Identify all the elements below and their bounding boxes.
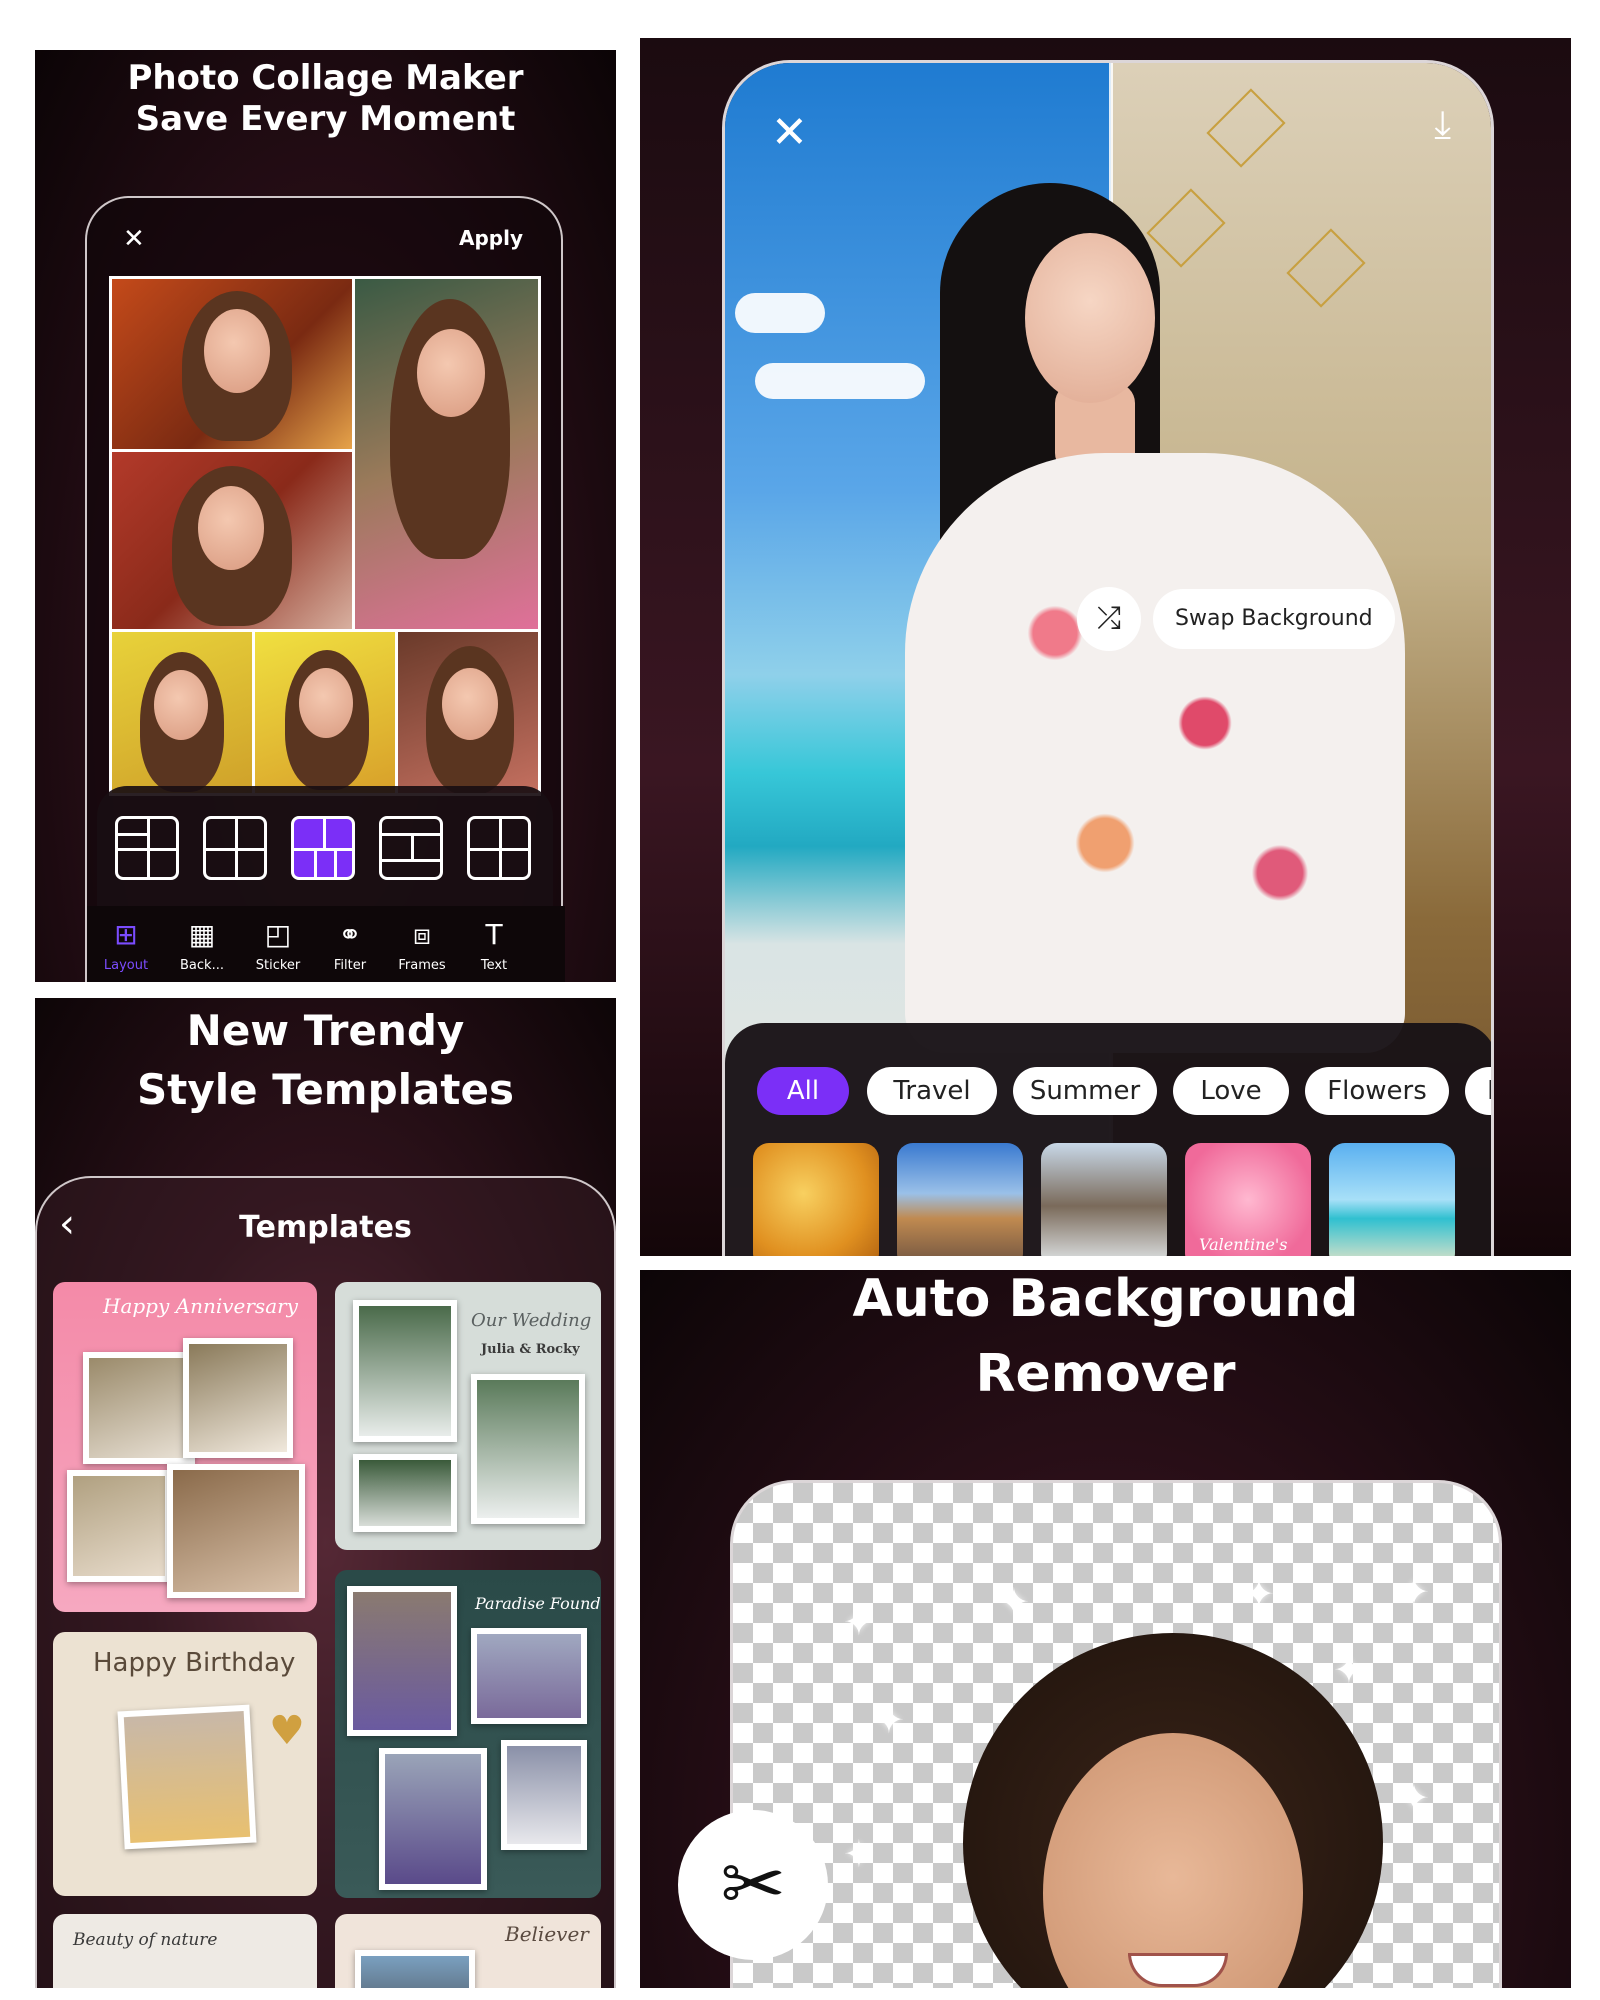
layout-picker [97, 786, 553, 906]
scissors-icon[interactable]: ✂ [678, 1810, 828, 1960]
background-category-tray: All Travel Summer Love Flowers H Valenti… [725, 1023, 1491, 1256]
editor-toolbar: ⊞ Layout ▦ Back... ◰ Sticker ⚭ Filter ⧈ … [87, 906, 565, 982]
template-card-birthday[interactable]: Happy Birthday ♥ [53, 1632, 317, 1896]
layout-icon: ⊞ [114, 918, 138, 951]
layout-option-4[interactable] [379, 816, 443, 880]
template-card-anniversary[interactable]: Happy Anniversary [53, 1282, 317, 1612]
category-chip-flowers[interactable]: Flowers [1305, 1067, 1449, 1115]
collage-cell-6[interactable] [398, 632, 538, 793]
subject-face [1025, 233, 1155, 403]
background-icon: ▦ [188, 918, 216, 951]
background-thumb-tropical[interactable] [1329, 1143, 1455, 1256]
layout-option-5[interactable] [467, 816, 531, 880]
template-card-nature[interactable]: Beauty of nature [53, 1914, 317, 1988]
collage-promo-panel: Photo Collage Maker Save Every Moment ✕ … [35, 50, 616, 982]
subject-blouse [905, 453, 1405, 1053]
swap-phone-frame: ✕ ⤓ ⤮ Swap Background All Travel Summer … [722, 60, 1494, 1256]
sparkle-icon: ✦ [998, 1580, 1030, 1624]
template-card-wedding[interactable]: Our Wedding Julia & Rocky [335, 1282, 601, 1550]
frames-icon: ⧈ [413, 918, 431, 951]
toolbar-frames[interactable]: ⧈ Frames [387, 918, 457, 973]
bg-remover-headline: Auto Background Remover [852, 1270, 1359, 1404]
sparkle-icon: ✦ [1243, 1572, 1275, 1616]
sparkle-icon: ✦ [873, 1698, 905, 1742]
background-thumb-valentine[interactable]: Valentine's [1185, 1143, 1311, 1256]
template-card-believer[interactable]: Believer [335, 1914, 601, 1988]
collage-cell-4[interactable] [112, 632, 252, 793]
sticker-icon: ◰ [264, 918, 292, 951]
collage-cell-5[interactable] [255, 632, 395, 793]
templates-promo-panel: New Trendy Style Templates ‹ Templates H… [35, 998, 616, 1988]
sparkle-icon: ✦ [1333, 1648, 1365, 1692]
category-chip-summer[interactable]: Summer [1013, 1067, 1157, 1115]
swap-background-panel: ✕ ⤓ ⤮ Swap Background All Travel Summer … [640, 38, 1571, 1256]
layout-option-1[interactable] [115, 816, 179, 880]
swap-background-button[interactable]: Swap Background [1153, 589, 1395, 649]
collage-cell-2[interactable] [355, 279, 538, 629]
close-icon[interactable]: ✕ [123, 226, 145, 252]
layout-option-3[interactable] [291, 816, 355, 880]
toolbar-filter[interactable]: ⚭ Filter [315, 918, 385, 973]
toolbar-layout[interactable]: ⊞ Layout [91, 918, 161, 973]
apply-button[interactable]: Apply [459, 226, 523, 250]
templates-headline: New Trendy Style Templates [137, 1006, 514, 1114]
toolbar-text[interactable]: T Text [459, 918, 529, 973]
collage-phone-frame: ✕ Apply ⊞ Layout ▦ Back... ◰ Sticker ⚭ F… [85, 196, 565, 982]
text-icon: T [485, 918, 503, 951]
toolbar-sticker[interactable]: ◰ Sticker [243, 918, 313, 973]
background-thumb-autumn[interactable] [753, 1143, 879, 1256]
sparkle-icon: ✦ [1398, 1776, 1430, 1820]
collage-headline: Photo Collage Maker Save Every Moment [127, 58, 524, 140]
collage-canvas[interactable] [109, 276, 541, 796]
background-thumb-colosseum[interactable] [897, 1143, 1023, 1256]
download-icon[interactable]: ⤓ [1434, 105, 1451, 143]
category-chip-more[interactable]: H [1465, 1067, 1491, 1115]
sparkle-icon: ✦ [843, 1600, 875, 1644]
category-chip-all[interactable]: All [757, 1067, 849, 1115]
template-card-paradise[interactable]: Paradise Found [335, 1570, 601, 1898]
layout-option-2[interactable] [203, 816, 267, 880]
bg-remover-promo-panel: Auto Background Remover ✦ ✦ ✦ ✦ ✦ ✦ ✦ ✦ … [640, 1270, 1571, 1988]
category-chip-travel[interactable]: Travel [867, 1067, 997, 1115]
collage-cell-3[interactable] [112, 452, 352, 629]
shuffle-icon[interactable]: ⤮ [1077, 587, 1141, 651]
heart-icon: ♥ [269, 1708, 305, 1754]
filter-icon: ⚭ [338, 918, 362, 951]
toolbar-background[interactable]: ▦ Back... [167, 918, 237, 973]
sparkle-icon: ✦ [843, 1832, 875, 1876]
collage-cell-1[interactable] [112, 279, 352, 449]
sparkle-icon: ✦ [1398, 1570, 1430, 1614]
transparent-canvas: ✦ ✦ ✦ ✦ ✦ ✦ ✦ ✦ [730, 1480, 1502, 1988]
close-icon[interactable]: ✕ [771, 111, 808, 155]
templates-phone-frame: ‹ Templates Happy Anniversary Our Weddin… [35, 1176, 616, 1988]
templates-title: Templates [239, 1210, 412, 1245]
category-chip-love[interactable]: Love [1173, 1067, 1289, 1115]
background-thumb-winter-cabin[interactable] [1041, 1143, 1167, 1256]
